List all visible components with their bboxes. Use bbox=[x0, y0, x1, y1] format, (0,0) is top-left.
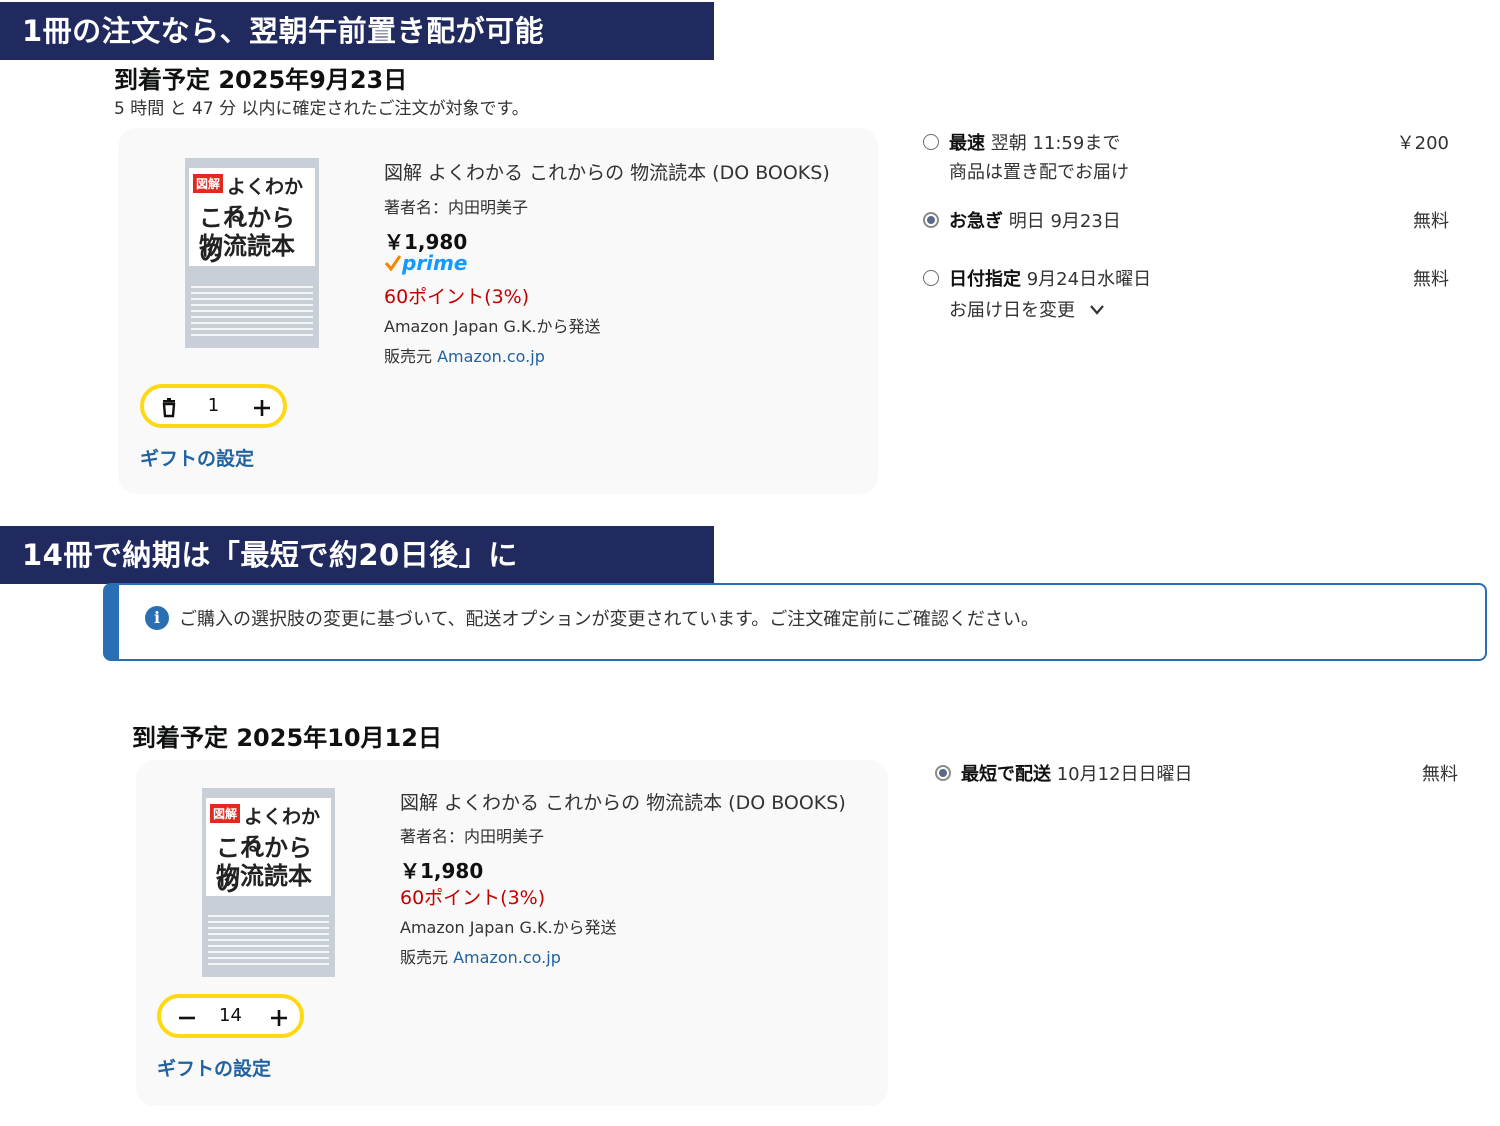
product-author: 著者名：内田明美子 bbox=[384, 198, 529, 217]
product-price: ￥1,980 bbox=[400, 859, 484, 883]
delivery-option-note: 商品は置き配でお届け bbox=[949, 162, 1129, 183]
plus-icon[interactable] bbox=[269, 1008, 289, 1028]
option-label: 日付指定 bbox=[949, 269, 1021, 290]
product-points: 60ポイント(3%) bbox=[384, 286, 530, 308]
option-detail: 明日 9月23日 bbox=[1008, 211, 1121, 232]
book-cover-image[interactable]: 図解 よくわかる これからの 物流読本 bbox=[185, 158, 319, 348]
delivery-option-date[interactable]: 日付指定 9月24日水曜日 bbox=[949, 265, 1151, 291]
section2-banner: 14冊で納期は「最短で約20日後」に bbox=[0, 526, 714, 584]
delivery-option-fee: 無料 bbox=[1413, 211, 1449, 232]
section1-banner: 1冊の注文なら、翌朝午前置き配が可能 bbox=[0, 2, 714, 60]
notice-box: i ご購入の選択肢の変更に基づいて、配送オプションが変更されています。ご注文確定… bbox=[103, 583, 1487, 661]
delivery-option-fee: 無料 bbox=[1422, 764, 1458, 785]
quantity-stepper: 1 bbox=[140, 384, 287, 428]
order-countdown: 5 時間 と 47 分 以内に確定されたご注文が対象です。 bbox=[114, 99, 529, 119]
gift-settings-link[interactable]: ギフトの設定 bbox=[157, 1054, 271, 1081]
option-detail: 9月24日水曜日 bbox=[1026, 269, 1152, 290]
delivery-option-express-radio[interactable] bbox=[923, 212, 939, 228]
book-cover-image[interactable]: 図解 よくわかる これからの 物流読本 bbox=[202, 788, 335, 977]
book-badge: 図解 bbox=[210, 804, 241, 823]
product-title[interactable]: 図解 よくわかる これからの 物流読本 (DO BOOKS) bbox=[384, 158, 830, 185]
delivery-option-shortest-radio[interactable] bbox=[935, 765, 951, 781]
seller-prefix: 販売元 bbox=[384, 347, 433, 366]
prime-badge: prime bbox=[384, 251, 467, 275]
delivery-option-fastest-radio[interactable] bbox=[923, 134, 939, 150]
book-cover-text-lines bbox=[208, 911, 329, 969]
delivery-option-date-radio[interactable] bbox=[923, 270, 939, 286]
book-title-line3: 物流読本 bbox=[199, 232, 295, 260]
seller-row: 販売元 Amazon.co.jp bbox=[400, 944, 561, 968]
delivery-option-express[interactable]: お急ぎ 明日 9月23日 bbox=[949, 207, 1121, 233]
change-date-dropdown[interactable]: お届け日を変更 bbox=[949, 296, 1105, 322]
option-label: お急ぎ bbox=[949, 211, 1003, 232]
seller-link[interactable]: Amazon.co.jp bbox=[453, 948, 561, 967]
option-detail: 10月12日日曜日 bbox=[1056, 764, 1193, 785]
product-title[interactable]: 図解 よくわかる これからの 物流読本 (DO BOOKS) bbox=[400, 788, 846, 815]
arrival-date: 到着予定 2025年9月23日 bbox=[114, 66, 408, 94]
product-author: 著者名：内田明美子 bbox=[400, 827, 545, 846]
shipper-text: Amazon Japan G.K.から発送 bbox=[384, 317, 601, 336]
seller-link[interactable]: Amazon.co.jp bbox=[437, 347, 545, 366]
delivery-option-fee: ￥200 bbox=[1396, 133, 1449, 154]
delivery-option-fee: 無料 bbox=[1413, 269, 1449, 290]
seller-prefix: 販売元 bbox=[400, 948, 449, 967]
shipper-text: Amazon Japan G.K.から発送 bbox=[400, 918, 617, 937]
delivery-option-fastest[interactable]: 最速 翌朝 11:59まで bbox=[949, 129, 1120, 155]
prime-check-icon bbox=[384, 255, 402, 272]
arrival-date: 到着予定 2025年10月12日 bbox=[132, 724, 442, 752]
product-points: 60ポイント(3%) bbox=[400, 887, 546, 909]
seller-row: 販売元 Amazon.co.jp bbox=[384, 343, 545, 367]
quantity-stepper: 14 bbox=[157, 994, 304, 1038]
book-cover-text-lines bbox=[191, 282, 313, 340]
prime-label: prime bbox=[402, 251, 468, 275]
book-badge: 図解 bbox=[193, 174, 224, 193]
chevron-down-icon bbox=[1089, 305, 1104, 315]
notice-text: ご購入の選択肢の変更に基づいて、配送オプションが変更されています。ご注文確定前に… bbox=[179, 609, 1039, 630]
gift-settings-link[interactable]: ギフトの設定 bbox=[140, 444, 254, 471]
option-label: 最短で配送 bbox=[961, 764, 1051, 785]
book-title-line3: 物流読本 bbox=[216, 862, 312, 890]
info-icon: i bbox=[145, 606, 169, 630]
delivery-option-shortest[interactable]: 最短で配送 10月12日日曜日 bbox=[961, 760, 1193, 786]
option-detail: 翌朝 11:59まで bbox=[990, 133, 1121, 154]
option-label: 最速 bbox=[949, 133, 985, 154]
plus-icon[interactable] bbox=[252, 398, 272, 418]
change-date-label: お届け日を変更 bbox=[949, 300, 1075, 321]
